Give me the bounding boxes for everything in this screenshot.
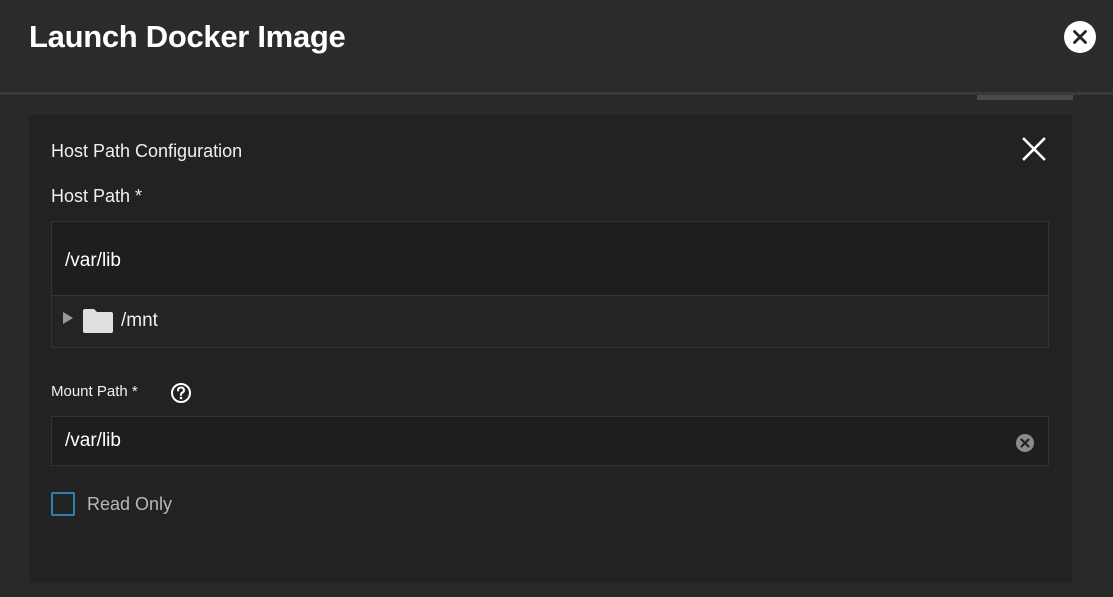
folder-icon	[83, 309, 113, 333]
header-divider	[0, 92, 1113, 95]
mount-path-input[interactable]: /var/lib	[51, 416, 1049, 466]
close-icon	[1022, 137, 1046, 161]
mount-path-label: Mount Path *	[51, 383, 138, 400]
host-path-label: Host Path *	[51, 186, 143, 206]
tree-node-mnt[interactable]: /mnt	[52, 296, 1048, 347]
triangle-right-icon[interactable]	[62, 312, 74, 324]
dialog-header: Launch Docker Image	[0, 0, 1113, 92]
close-circle-icon	[1073, 30, 1087, 44]
scrollbar-thumb[interactable]	[977, 95, 1073, 100]
tree-node-label: /mnt	[121, 310, 158, 331]
launch-docker-image-dialog: Launch Docker Image Host Path Configurat…	[0, 0, 1113, 597]
dialog-title: Launch Docker Image	[29, 19, 346, 54]
dialog-close-button[interactable]	[1064, 21, 1096, 53]
host-path-configuration-panel: Host Path Configuration Host Path * /var…	[29, 115, 1072, 582]
panel-close-button[interactable]	[1022, 137, 1046, 161]
read-only-label[interactable]: Read Only	[87, 494, 172, 515]
help-circle-icon[interactable]	[170, 382, 192, 404]
host-path-value: /var/lib	[65, 250, 121, 271]
clear-circle-icon[interactable]	[1016, 434, 1034, 452]
mount-path-value: /var/lib	[65, 430, 121, 451]
read-only-checkbox[interactable]	[51, 492, 75, 516]
host-path-input[interactable]: /var/lib	[52, 222, 1048, 296]
host-path-explorer: /var/lib /mnt	[51, 221, 1049, 348]
panel-title: Host Path Configuration	[51, 141, 243, 161]
